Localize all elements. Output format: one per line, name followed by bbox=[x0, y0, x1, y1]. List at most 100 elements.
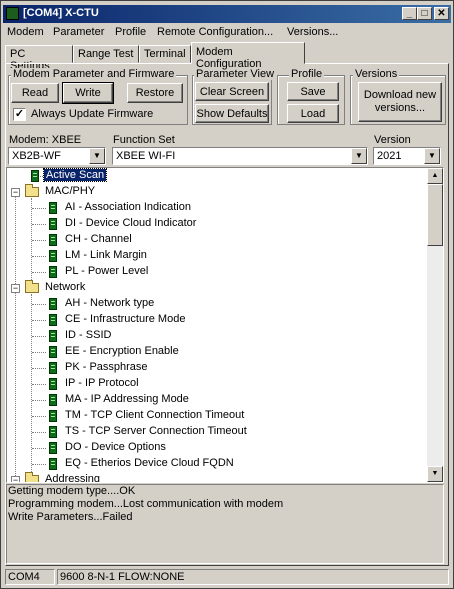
parameter-leaf-icon bbox=[49, 234, 57, 246]
tree-item-parameter[interactable]: AI - Association Indication bbox=[7, 200, 427, 216]
tree-item-parameter[interactable]: EE - Encryption Enable bbox=[7, 344, 427, 360]
tab-terminal[interactable]: Terminal bbox=[139, 45, 191, 63]
tree-guide-line bbox=[32, 352, 46, 353]
parameter-leaf-icon bbox=[31, 170, 39, 182]
scroll-thumb[interactable] bbox=[427, 184, 443, 246]
tree-guide-line bbox=[32, 304, 46, 305]
menu-remote-configuration[interactable]: Remote Configuration... bbox=[157, 26, 273, 38]
tree-item-parameter[interactable]: ID - SSID bbox=[7, 328, 427, 344]
tree-guide-line bbox=[32, 224, 46, 225]
version-select-value: 2021 bbox=[377, 150, 402, 162]
tree-guide-line bbox=[32, 208, 46, 209]
tree-scrollbar[interactable]: ▲ ▼ bbox=[427, 168, 443, 482]
menu-parameter[interactable]: Parameter bbox=[53, 26, 104, 38]
app-icon bbox=[6, 7, 19, 20]
menu-versions[interactable]: Versions... bbox=[287, 26, 338, 38]
save-profile-button[interactable]: Save bbox=[287, 82, 339, 101]
parameter-leaf-icon bbox=[49, 202, 57, 214]
log-output[interactable]: Getting modem type....OK Programming mod… bbox=[6, 484, 444, 564]
firmware-group-label: Modem Parameter and Firmware bbox=[11, 68, 177, 80]
tree-folder-mac-phy[interactable]: − MAC/PHY bbox=[7, 184, 427, 200]
chevron-down-icon[interactable]: ▼ bbox=[351, 148, 367, 164]
scroll-up-icon[interactable]: ▲ bbox=[427, 168, 443, 184]
parameter-leaf-icon bbox=[49, 394, 57, 406]
tree-item-parameter[interactable]: DO - Device Options bbox=[7, 440, 427, 456]
maximize-button[interactable]: □ bbox=[417, 7, 432, 20]
modem-select[interactable]: XB2B-WF ▼ bbox=[8, 147, 106, 165]
tree-folder-label: Network bbox=[45, 281, 86, 293]
tree-guide-line bbox=[32, 336, 46, 337]
status-settings: 9600 8-N-1 FLOW:NONE bbox=[57, 569, 449, 585]
folder-open-icon bbox=[25, 280, 39, 293]
menu-profile[interactable]: Profile bbox=[115, 26, 146, 38]
parameter-leaf-icon bbox=[49, 298, 57, 310]
function-set-select-value: XBEE WI-FI bbox=[116, 150, 176, 162]
folder-open-icon bbox=[25, 184, 39, 197]
version-select[interactable]: 2021 ▼ bbox=[373, 147, 441, 165]
collapse-icon[interactable]: − bbox=[11, 284, 20, 293]
modem-label: Modem: XBEE bbox=[9, 134, 82, 146]
tree-item-parameter[interactable]: IP - IP Protocol bbox=[7, 376, 427, 392]
tree-item-parameter[interactable]: MA - IP Addressing Mode bbox=[7, 392, 427, 408]
write-button[interactable]: Write bbox=[62, 82, 114, 104]
tree-item-label: TS - TCP Server Connection Timeout bbox=[65, 425, 247, 437]
tree-item-label: CH - Channel bbox=[65, 233, 132, 245]
tree-item-label: PL - Power Level bbox=[65, 265, 149, 277]
tree-item-label: CE - Infrastructure Mode bbox=[65, 313, 186, 325]
tree-folder-addressing[interactable]: − Addressing bbox=[7, 472, 427, 483]
restore-button[interactable]: Restore bbox=[127, 83, 183, 103]
minimize-button[interactable]: _ bbox=[402, 7, 417, 20]
show-defaults-button[interactable]: Show Defaults bbox=[195, 104, 269, 123]
tree-item-parameter[interactable]: PK - Passphrase bbox=[7, 360, 427, 376]
log-line: Getting modem type....OK bbox=[8, 485, 136, 497]
function-set-select[interactable]: XBEE WI-FI ▼ bbox=[112, 147, 368, 165]
tree-item-label: Active Scan bbox=[42, 168, 108, 182]
close-button[interactable]: ✕ bbox=[434, 7, 449, 20]
tree-item-parameter[interactable]: DI - Device Cloud Indicator bbox=[7, 216, 427, 232]
clear-screen-button[interactable]: Clear Screen bbox=[195, 82, 269, 101]
tree-item-label: AH - Network type bbox=[65, 297, 155, 309]
tree-item-label: MA - IP Addressing Mode bbox=[65, 393, 189, 405]
scroll-down-icon[interactable]: ▼ bbox=[427, 466, 443, 482]
tree-item-parameter[interactable]: TM - TCP Client Connection Timeout bbox=[7, 408, 427, 424]
tree-item-active-scan[interactable]: Active Scan bbox=[7, 168, 427, 184]
tree-item-parameter[interactable]: AH - Network type bbox=[7, 296, 427, 312]
tree-item-parameter[interactable]: PL - Power Level bbox=[7, 264, 427, 280]
tree-item-label: IP - IP Protocol bbox=[65, 377, 139, 389]
tree-item-parameter[interactable]: TS - TCP Server Connection Timeout bbox=[7, 424, 427, 440]
parameter-leaf-icon bbox=[49, 266, 57, 278]
collapse-icon[interactable]: − bbox=[11, 476, 20, 482]
tree-guide-line bbox=[32, 272, 46, 273]
tree-item-label: DO - Device Options bbox=[65, 441, 166, 453]
folder-open-icon bbox=[25, 472, 39, 482]
parameter-leaf-icon bbox=[49, 362, 57, 374]
parameter-leaf-icon bbox=[49, 442, 57, 454]
always-update-checkbox[interactable]: ✓ bbox=[13, 108, 26, 121]
load-profile-button[interactable]: Load bbox=[287, 104, 339, 123]
tree-item-parameter[interactable]: CH - Channel bbox=[7, 232, 427, 248]
menu-modem[interactable]: Modem bbox=[7, 26, 44, 38]
tree-guide-line bbox=[32, 368, 46, 369]
read-button[interactable]: Read bbox=[11, 83, 59, 103]
tree-folder-label: Addressing bbox=[45, 473, 101, 483]
tree-item-parameter[interactable]: EQ - Etherios Device Cloud FQDN bbox=[7, 456, 427, 472]
tree-folder-network[interactable]: − Network bbox=[7, 280, 427, 296]
collapse-icon[interactable]: − bbox=[11, 188, 20, 197]
parameter-leaf-icon bbox=[49, 218, 57, 230]
tree-guide-line bbox=[32, 416, 46, 417]
chevron-down-icon[interactable]: ▼ bbox=[424, 148, 440, 164]
tree-item-label: PK - Passphrase bbox=[65, 361, 148, 373]
tree-guide-line bbox=[32, 256, 46, 257]
tree-item-parameter[interactable]: LM - Link Margin bbox=[7, 248, 427, 264]
tab-modem-configuration[interactable]: Modem Configuration bbox=[191, 42, 305, 70]
status-port: COM4 bbox=[5, 569, 55, 585]
download-versions-button[interactable]: Download new versions... bbox=[358, 82, 442, 122]
tab-pc-settings[interactable]: PC Settings bbox=[5, 45, 73, 72]
modem-select-value: XB2B-WF bbox=[12, 150, 61, 162]
tree-guide-line bbox=[32, 240, 46, 241]
tab-range-test[interactable]: Range Test bbox=[73, 45, 139, 63]
tree-guide-line bbox=[32, 320, 46, 321]
tree-item-parameter[interactable]: CE - Infrastructure Mode bbox=[7, 312, 427, 328]
parameter-tree: Active Scan − MAC/PHY AI - Association I… bbox=[6, 167, 444, 483]
chevron-down-icon[interactable]: ▼ bbox=[89, 148, 105, 164]
